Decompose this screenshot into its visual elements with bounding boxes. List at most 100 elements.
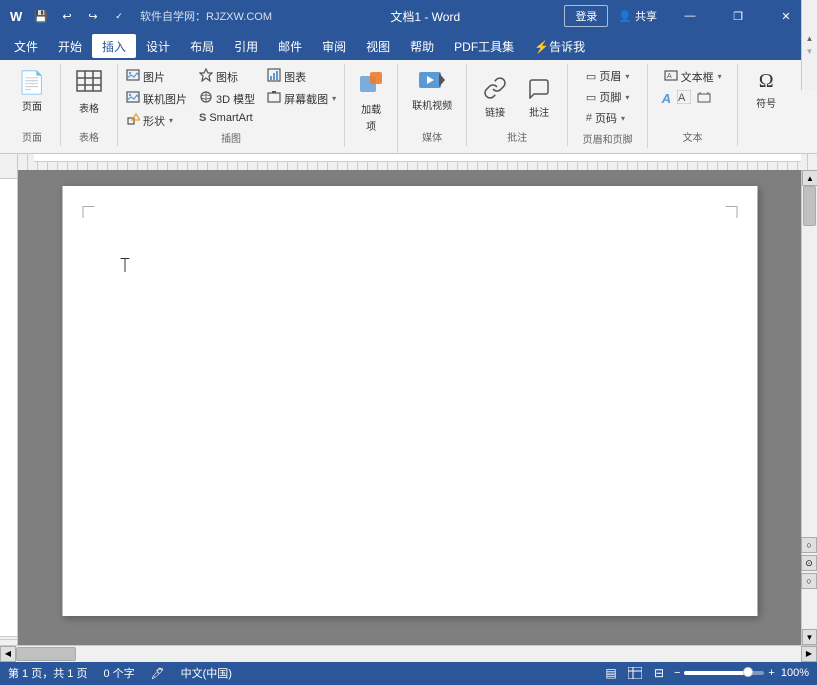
undo-qat-button[interactable]: ↩ — [56, 5, 78, 27]
horizontal-scrollbar[interactable]: ◀ ▶ — [0, 645, 817, 661]
share-label: 共享 — [635, 8, 657, 24]
ribbon-scroll-down[interactable]: ▼ — [806, 47, 814, 56]
pagenumber-icon: # — [586, 112, 592, 124]
ribbon-btn-screenshot[interactable]: 屏幕截图 ▾ — [263, 88, 340, 109]
ribbon-btn-table[interactable]: 表格 — [69, 66, 109, 119]
restore-icon: ❐ — [733, 10, 743, 23]
prev-page-button[interactable]: ○ — [801, 537, 817, 553]
ribbon-btn-smartart[interactable]: S SmartArt — [195, 110, 259, 126]
document-page[interactable] — [62, 186, 757, 616]
ribbon-group-media-label: 媒体 — [398, 129, 466, 144]
shapes-icon — [126, 112, 140, 129]
software-label: 软件自学网：RJZXW.COM — [140, 8, 272, 24]
ribbon-btn-link[interactable]: 链接 — [475, 73, 515, 123]
menu-tell-me[interactable]: ⚡告诉我 — [524, 34, 595, 58]
vertical-scrollbar[interactable]: ▲ ○ ⊙ ○ ▼ — [801, 170, 817, 645]
view-web-btn[interactable] — [626, 664, 644, 682]
menu-insert[interactable]: 插入 — [92, 34, 136, 58]
wordart-icon: A — [662, 91, 671, 106]
svg-text:A: A — [678, 92, 686, 104]
svg-text:W: W — [10, 9, 23, 24]
login-button[interactable]: 登录 — [564, 5, 608, 27]
ribbon-btn-wordart[interactable]: A — [660, 89, 673, 108]
ribbon-btn-online-video[interactable]: 联机视频 — [406, 66, 458, 116]
redo-qat-button[interactable]: ↪ — [82, 5, 104, 27]
ribbon-btn-header[interactable]: ▭ 页眉 ▾ — [582, 66, 633, 86]
picture-icon — [126, 68, 140, 85]
ribbon-btn-online-picture[interactable]: 联机图片 — [122, 88, 191, 109]
scroll-right-button[interactable]: ▶ — [801, 646, 817, 662]
menu-help[interactable]: 帮助 — [400, 34, 444, 58]
ribbon-group-symbols: Ω 符号 — [738, 64, 794, 146]
footer-icon: ▭ — [586, 91, 596, 104]
share-button[interactable]: 👤 共享 — [610, 6, 665, 26]
title-bar-left: W 💾 ↩ ↪ ✓ 软件自学网：RJZXW.COM — [8, 5, 286, 27]
addins-icon — [357, 70, 385, 99]
ribbon-btn-addins[interactable]: 加载 项 — [351, 66, 391, 137]
next-page-button[interactable]: ○ — [801, 573, 817, 589]
ribbon-btn-signature[interactable] — [695, 88, 713, 109]
menu-mail[interactable]: 邮件 — [268, 34, 312, 58]
ribbon-btn-chart[interactable]: 图表 — [263, 66, 340, 87]
menu-file[interactable]: 文件 — [4, 34, 48, 58]
view-print-layout-btn[interactable]: ▤ — [602, 664, 620, 682]
menu-home[interactable]: 开始 — [48, 34, 92, 58]
ribbon-group-links-label: 批注 — [467, 129, 567, 144]
title-bar-right: 登录 👤 共享 — ❐ ✕ — [564, 0, 809, 32]
page-corner-tr — [725, 206, 737, 218]
online-picture-icon — [126, 90, 140, 107]
zoom-track[interactable] — [684, 671, 764, 675]
select-object-button[interactable]: ⊙ — [801, 555, 817, 571]
ribbon-group-text: A 文本框 ▾ A A — [648, 64, 738, 146]
signature-icon — [697, 90, 711, 107]
ribbon-btn-footer[interactable]: ▭ 页脚 ▾ — [582, 87, 633, 107]
scroll-up-button[interactable]: ▲ — [802, 170, 817, 186]
ribbon-group-media: 联机视频 媒体 — [398, 64, 467, 146]
zoom-minus-btn[interactable]: − — [674, 667, 680, 679]
ruler-corner — [0, 154, 18, 170]
menu-review[interactable]: 审阅 — [312, 34, 356, 58]
ribbon-btn-shapes[interactable]: 形状 ▾ — [122, 110, 191, 131]
scroll-left-button[interactable]: ◀ — [0, 646, 16, 662]
title-bar: W 💾 ↩ ↪ ✓ 软件自学网：RJZXW.COM 文档1 - Word 登录 … — [0, 0, 817, 32]
save-qat-button[interactable]: 💾 — [30, 5, 52, 27]
ribbon-group-pages: 📄 页面 页面 — [4, 64, 61, 146]
scroll-h-thumb[interactable] — [16, 647, 76, 661]
menu-references[interactable]: 引用 — [224, 34, 268, 58]
ribbon-btn-textbox[interactable]: A 文本框 ▾ — [660, 66, 726, 87]
scroll-thumb[interactable] — [803, 186, 816, 226]
zoom-thumb[interactable] — [743, 667, 753, 677]
ribbon-btn-comment[interactable]: 批注 — [519, 73, 559, 123]
menu-design[interactable]: 设计 — [136, 34, 180, 58]
status-bar-left: 第 1 页，共 1 页 0 个字 🖊 中文(中国) — [8, 665, 602, 681]
smartart-icon: S — [199, 112, 206, 124]
vertical-ruler — [0, 170, 18, 645]
ribbon-btn-3d[interactable]: 3D 模型 — [195, 88, 259, 109]
menu-pdf[interactable]: PDF工具集 — [444, 34, 524, 58]
scroll-h-track[interactable] — [16, 646, 801, 662]
zoom-plus-btn[interactable]: + — [768, 667, 774, 679]
horizontal-ruler — [18, 154, 817, 170]
ribbon-group-table: 表格 表格 — [61, 64, 118, 146]
zoom-level[interactable]: 100% — [781, 667, 809, 679]
ribbon-btn-symbol[interactable]: Ω 符号 — [746, 66, 786, 114]
ribbon-group-headerfooter: ▭ 页眉 ▾ ▭ 页脚 ▾ # 页码 ▾ 页眉和页脚 — [568, 64, 648, 148]
ribbon-btn-pagenumber[interactable]: # 页码 ▾ — [582, 108, 633, 128]
ribbon-group-pages-label: 页面 — [4, 129, 60, 144]
zoom-slider[interactable]: − + — [674, 667, 775, 679]
ribbon-scroll-up[interactable]: ▲ — [806, 34, 814, 43]
chart-icon — [267, 68, 281, 85]
document-area[interactable] — [18, 170, 801, 645]
ribbon-btn-page[interactable]: 📄 页面 — [12, 66, 52, 117]
ribbon-btn-picture[interactable]: 图片 — [122, 66, 191, 87]
scroll-down-button[interactable]: ▼ — [802, 629, 817, 645]
view-read-btn[interactable]: ⊟ — [650, 664, 668, 682]
menu-bar: 文件 开始 插入 设计 布局 引用 邮件 审阅 视图 帮助 PDF工具集 ⚡告诉… — [0, 32, 817, 60]
menu-layout[interactable]: 布局 — [180, 34, 224, 58]
menu-view[interactable]: 视图 — [356, 34, 400, 58]
page-icon: 📄 — [18, 70, 45, 96]
ribbon-btn-icons[interactable]: 图标 — [195, 66, 259, 87]
restore-button[interactable]: ❐ — [715, 0, 761, 32]
minimize-button[interactable]: — — [667, 0, 713, 32]
ribbon-btn-dropcap[interactable]: A — [675, 88, 693, 109]
